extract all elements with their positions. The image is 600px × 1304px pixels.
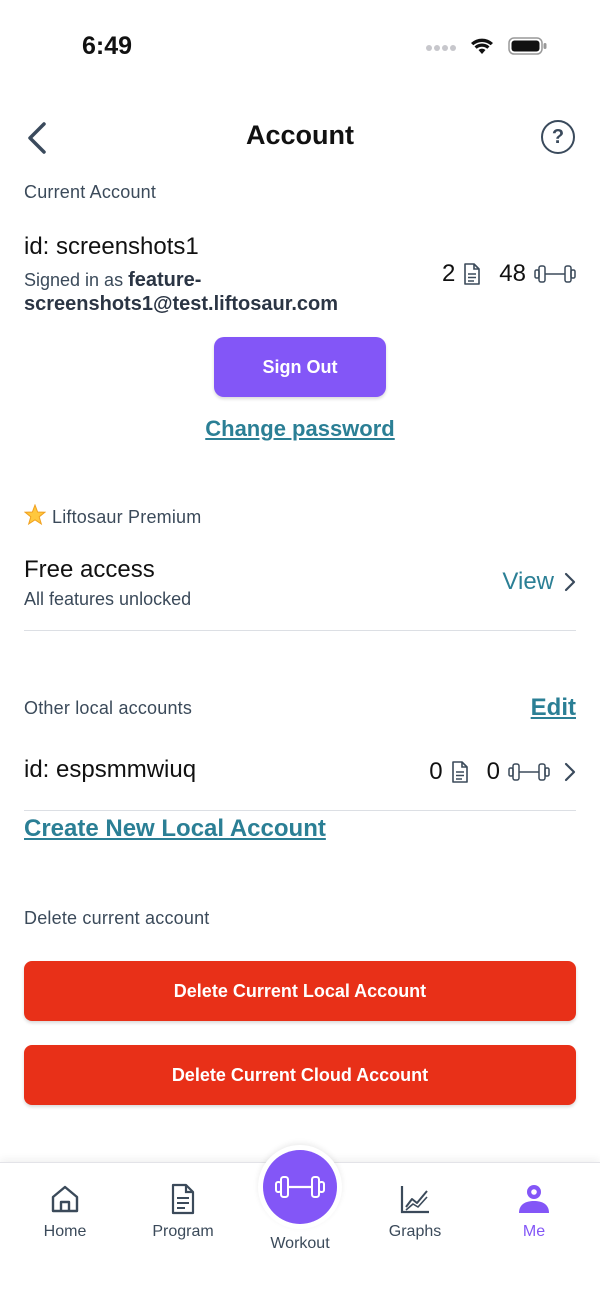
workouts-count: 48	[499, 260, 526, 287]
dumbbell-icon	[534, 265, 576, 283]
star-icon	[23, 503, 47, 531]
tab-graphs[interactable]: Graphs	[360, 1183, 470, 1241]
page-title: Account	[246, 120, 354, 150]
chevron-right-icon	[564, 572, 576, 592]
current-account-id: id: screenshots1	[24, 233, 199, 260]
premium-status-subtitle: All features unlocked	[24, 589, 192, 609]
divider	[24, 630, 576, 631]
programs-count: 0	[429, 758, 443, 785]
programs-count: 2	[441, 260, 456, 287]
wifi-icon	[470, 37, 494, 60]
sign-out-button[interactable]: Sign Out	[214, 337, 386, 397]
status-icons	[426, 36, 548, 61]
tab-workout[interactable]	[258, 1145, 342, 1229]
status-time: 6:49	[82, 32, 133, 60]
delete-cloud-account-button[interactable]: Delete Current Cloud Account	[24, 1045, 576, 1105]
tab-program[interactable]: Program	[128, 1183, 238, 1241]
signed-in-prefix: Signed in as	[24, 270, 124, 290]
document-icon	[171, 1183, 195, 1215]
tab-bar: Home Program Workout Graphs Me	[0, 1145, 600, 1304]
dumbbell-icon	[508, 763, 550, 781]
other-accounts-label: Other local accounts	[24, 698, 193, 718]
current-account-stats: 2 48	[442, 260, 576, 288]
tab-label: Graphs	[388, 1223, 442, 1240]
status-bar: 6:49	[0, 0, 600, 96]
question-icon: ?	[551, 125, 565, 148]
delete-local-account-button[interactable]: Delete Current Local Account	[24, 961, 576, 1021]
tab-label: Home	[43, 1223, 87, 1240]
tab-me[interactable]: Me	[479, 1183, 589, 1241]
create-local-account-link[interactable]: Create New Local Account	[24, 815, 326, 843]
battery-icon	[508, 36, 548, 61]
graph-icon	[400, 1186, 429, 1214]
tab-workout-label: Workout	[270, 1235, 330, 1252]
premium-section-label: Liftosaur Premium	[23, 503, 202, 531]
user-icon	[519, 1185, 549, 1213]
workouts-count: 0	[486, 758, 500, 785]
other-account-id[interactable]: id: espsmmwiuq	[24, 756, 196, 784]
edit-accounts-link[interactable]: Edit	[531, 694, 576, 722]
signed-in-text: Signed in as feature-screenshots1@test.l…	[24, 268, 404, 316]
premium-status-title: Free access	[24, 556, 155, 583]
dumbbell-icon	[275, 1176, 325, 1198]
cellular-signal-icon	[426, 40, 456, 58]
current-account-label: Current Account	[24, 182, 157, 202]
premium-view-button[interactable]: View	[502, 568, 576, 596]
document-icon	[451, 761, 468, 783]
change-password-link[interactable]: Change password	[0, 416, 600, 442]
view-label: View	[502, 568, 554, 595]
workout-fab[interactable]	[263, 1150, 337, 1224]
divider	[24, 810, 576, 811]
premium-label-text: Liftosaur Premium	[52, 507, 202, 527]
document-icon	[464, 263, 481, 285]
tab-label: Program	[152, 1223, 214, 1240]
help-button[interactable]: ?	[541, 120, 575, 154]
delete-section-label: Delete current account	[24, 908, 210, 928]
tab-label: Me	[522, 1223, 546, 1240]
other-account-row[interactable]: 0 0	[429, 758, 576, 786]
nav-header: Account ?	[0, 108, 600, 168]
chevron-right-icon	[564, 762, 576, 782]
tab-home[interactable]: Home	[10, 1183, 120, 1241]
home-icon	[51, 1185, 79, 1213]
